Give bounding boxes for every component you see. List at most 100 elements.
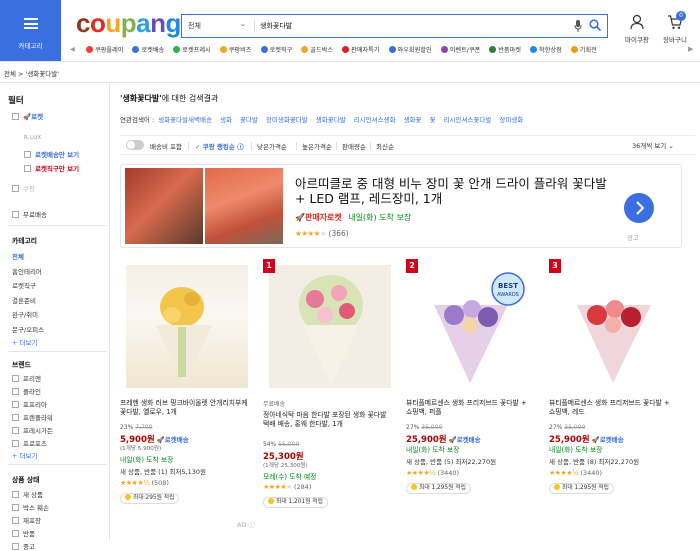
shortcut-item[interactable]: 이벤트/쿠폰 — [440, 45, 480, 54]
product-card[interactable]: 1 무료배송 정아네식탁 마음 한다발 포장된 생화 꽃다발 택배 배송, 홍웨 한… — [263, 257, 393, 512]
shortcut-item[interactable]: 쿠팡플레이 — [86, 45, 123, 54]
product-card[interactable]: 프레헨 생화 러브 핑크바이올렛 안개리치부케 꽃다발, 옐로우, 1개 23% … — [120, 257, 250, 512]
shortcut-item[interactable]: 로켓직구 — [260, 45, 292, 54]
shortcut-icon — [260, 46, 268, 53]
condition-item[interactable]: 중고 — [12, 541, 35, 551]
discount-info: 27% 35,000 — [406, 424, 443, 431]
free-shipping-filter[interactable]: 무료배송 — [12, 209, 47, 219]
product-name[interactable]: 프레헨 생화 러브 핑크바이올렛 안개리치부케 꽃다발, 옐로우, 1개 — [120, 399, 248, 417]
product-name[interactable]: 정아네식탁 마음 한다발 포장된 생화 꽃다발 택배 배송, 홍웨 한다발, 1… — [263, 411, 391, 429]
rank-badge: 2 — [406, 259, 418, 273]
related-search-link[interactable]: 리시안셔스꽃다발 — [444, 116, 492, 124]
sort-option[interactable]: 판매량순 — [342, 141, 366, 151]
page-size-select[interactable]: 36개씩 보기 ⌄ — [632, 140, 674, 150]
related-search-link[interactable]: 생화꽃다발 — [316, 116, 346, 124]
related-search-link[interactable]: 장미생화꽃다발 — [266, 116, 308, 124]
related-search-link[interactable]: 꽃 — [430, 116, 436, 124]
product-image[interactable] — [269, 265, 391, 388]
rocket-filter[interactable]: 🚀로켓 — [12, 111, 43, 121]
sort-bar: 배송비 포함 ✓ 쿠팡 랭킹순 ⓘ 낮은가격순 높은가격순 판매량순 최신순 — [120, 135, 695, 155]
related-search-link[interactable]: 장미생화 — [499, 116, 523, 124]
category-item[interactable]: 완구/취미 — [12, 309, 38, 319]
category-menu-button[interactable]: 카테고리 — [0, 0, 61, 61]
related-search-link[interactable]: 리시안셔스생화 — [354, 116, 396, 124]
coupang-logo[interactable]: coupang — [76, 8, 181, 38]
brand-item[interactable]: 플라인 — [12, 386, 41, 396]
rocket-fresh-filter[interactable]: 로켓배송만 보기 — [24, 149, 79, 159]
brand-item[interactable]: 프렌플라워 — [12, 412, 53, 422]
related-search-link[interactable]: 생화꽃 — [404, 116, 422, 124]
ad-image-1[interactable] — [125, 168, 203, 244]
chevron-right-icon — [636, 201, 645, 215]
product-image[interactable] — [126, 265, 248, 388]
condition-item[interactable]: 반품 — [12, 528, 35, 538]
shortcut-icon — [440, 46, 448, 53]
shipping-fee-label: 배송비 포함 — [150, 143, 182, 151]
shortcut-item[interactable]: 골드박스 — [301, 45, 333, 54]
product-name[interactable]: 뷰티플메르센스 생화 프리저브드 꽃다발 + 쇼핑백, 퍼플 — [406, 399, 534, 417]
ad-title[interactable]: 아르띠클로 중 대형 비누 장미 꽃 안개 드라이 플라워 꽃다발+ LED 램… — [295, 176, 607, 206]
offer-info: 새 상품, 반품 (5) 최저22,270원 — [406, 458, 497, 466]
category-item[interactable]: 로켓직구 — [12, 280, 36, 290]
shortcut-icon — [173, 46, 181, 53]
sort-option[interactable]: 낮은가격순 — [257, 141, 287, 151]
category-item[interactable]: 홈인테리어 — [12, 266, 42, 276]
discount-info: 54% 55,000 — [263, 441, 300, 448]
brand-heading: 브랜드 — [12, 361, 31, 369]
ad-rating: ★★★★★ (366) — [295, 229, 349, 238]
wow-filter[interactable]: 쿠팡 — [12, 183, 35, 193]
brand-item[interactable]: 포프리아 — [12, 399, 47, 409]
search-category-select[interactable]: 전체 — [188, 21, 244, 31]
shortcut-icon — [342, 46, 350, 53]
microphone-icon[interactable] — [574, 20, 582, 32]
ad-next-button[interactable] — [624, 193, 654, 223]
product-image[interactable]: BEST AWARDS — [412, 265, 534, 388]
brand-item[interactable]: 프로포즈 — [12, 438, 47, 448]
condition-item[interactable]: 재포장 — [12, 515, 41, 525]
shortcut-left-arrow[interactable]: ◀ — [70, 46, 75, 53]
ad-label: 광고 — [627, 234, 639, 242]
shortcut-item[interactable]: 로켓배송 — [132, 45, 164, 54]
brand-more-link[interactable]: + 더보기 — [12, 450, 37, 460]
category-more-link[interactable]: + 더보기 — [12, 337, 37, 347]
sort-option[interactable]: 높은가격순 — [302, 141, 332, 151]
shipping-fee-toggle[interactable] — [126, 140, 144, 150]
brand-item[interactable]: 프리엔 — [12, 373, 41, 383]
product-name[interactable]: 뷰티플메르센스 생화 프리저브드 꽃다발 + 쇼핑백, 레드 — [549, 399, 677, 417]
cart-button[interactable]: 장바구니 — [657, 14, 693, 44]
category-item[interactable]: 문구/오피스 — [12, 324, 44, 334]
product-card[interactable]: 3 뷰티플메르센스 생화 프리저브드 꽃다발 + 쇼핑백, 레드 27% 35,00… — [549, 257, 679, 512]
product-card[interactable]: BEST AWARDS 2 뷰티플메르센스 생화 프리저브드 꽃다발 + 쇼핑백, 퍼… — [406, 257, 536, 512]
ad-image-2[interactable] — [205, 168, 283, 244]
my-coupang-button[interactable]: 마이쿠팡 — [619, 14, 655, 44]
shortcut-item[interactable]: 기획전 — [570, 45, 597, 54]
shortcut-item[interactable]: 와우회원할인 — [388, 45, 432, 54]
offer-info: 새 상품, 반품 (8) 최저22,270원 — [549, 458, 640, 466]
category-item[interactable]: 전체 — [12, 251, 24, 261]
shortcut-item[interactable]: 판매자특가 — [342, 45, 380, 54]
related-search-link[interactable]: 꽃다발 — [240, 116, 258, 124]
shortcut-item[interactable]: 쿠팡비즈 — [219, 45, 252, 54]
shortcut-item[interactable]: 착한상점 — [530, 45, 562, 54]
related-search-link[interactable]: 생화 — [220, 116, 232, 124]
shortcut-item[interactable]: 반품마켓 — [489, 45, 521, 54]
product-image[interactable] — [555, 265, 677, 388]
search-input[interactable] — [260, 18, 560, 34]
user-icon — [630, 14, 644, 30]
shortcut-item[interactable]: 로켓프레시 — [173, 45, 211, 54]
condition-item[interactable]: 새 상품 — [12, 489, 43, 499]
rocket-overseas-filter[interactable]: 로켓직구만 보기 — [24, 163, 79, 173]
condition-item[interactable]: 박스 훼손 — [12, 502, 49, 512]
category-item[interactable]: 결혼준비 — [12, 295, 36, 305]
reward-badge: 최대 295원 적립 — [120, 493, 180, 504]
shortcut-icon — [570, 46, 578, 53]
related-search-link[interactable]: 생화꽃다발새벽배송 — [158, 116, 212, 124]
sort-option[interactable]: ✓ 쿠팡 랭킹순 ⓘ — [195, 141, 244, 151]
cart-count-badge: 0 — [676, 11, 686, 21]
sort-option[interactable]: 최신순 — [376, 141, 394, 151]
brand-item[interactable]: 프레시가든 — [12, 425, 53, 435]
shortcut-right-arrow[interactable]: ▶ — [688, 45, 693, 53]
search-icon[interactable] — [589, 19, 601, 31]
breadcrumb[interactable]: 전체 > '생화꽃다발' — [4, 68, 59, 78]
category-heading: 카테고리 — [12, 237, 38, 245]
